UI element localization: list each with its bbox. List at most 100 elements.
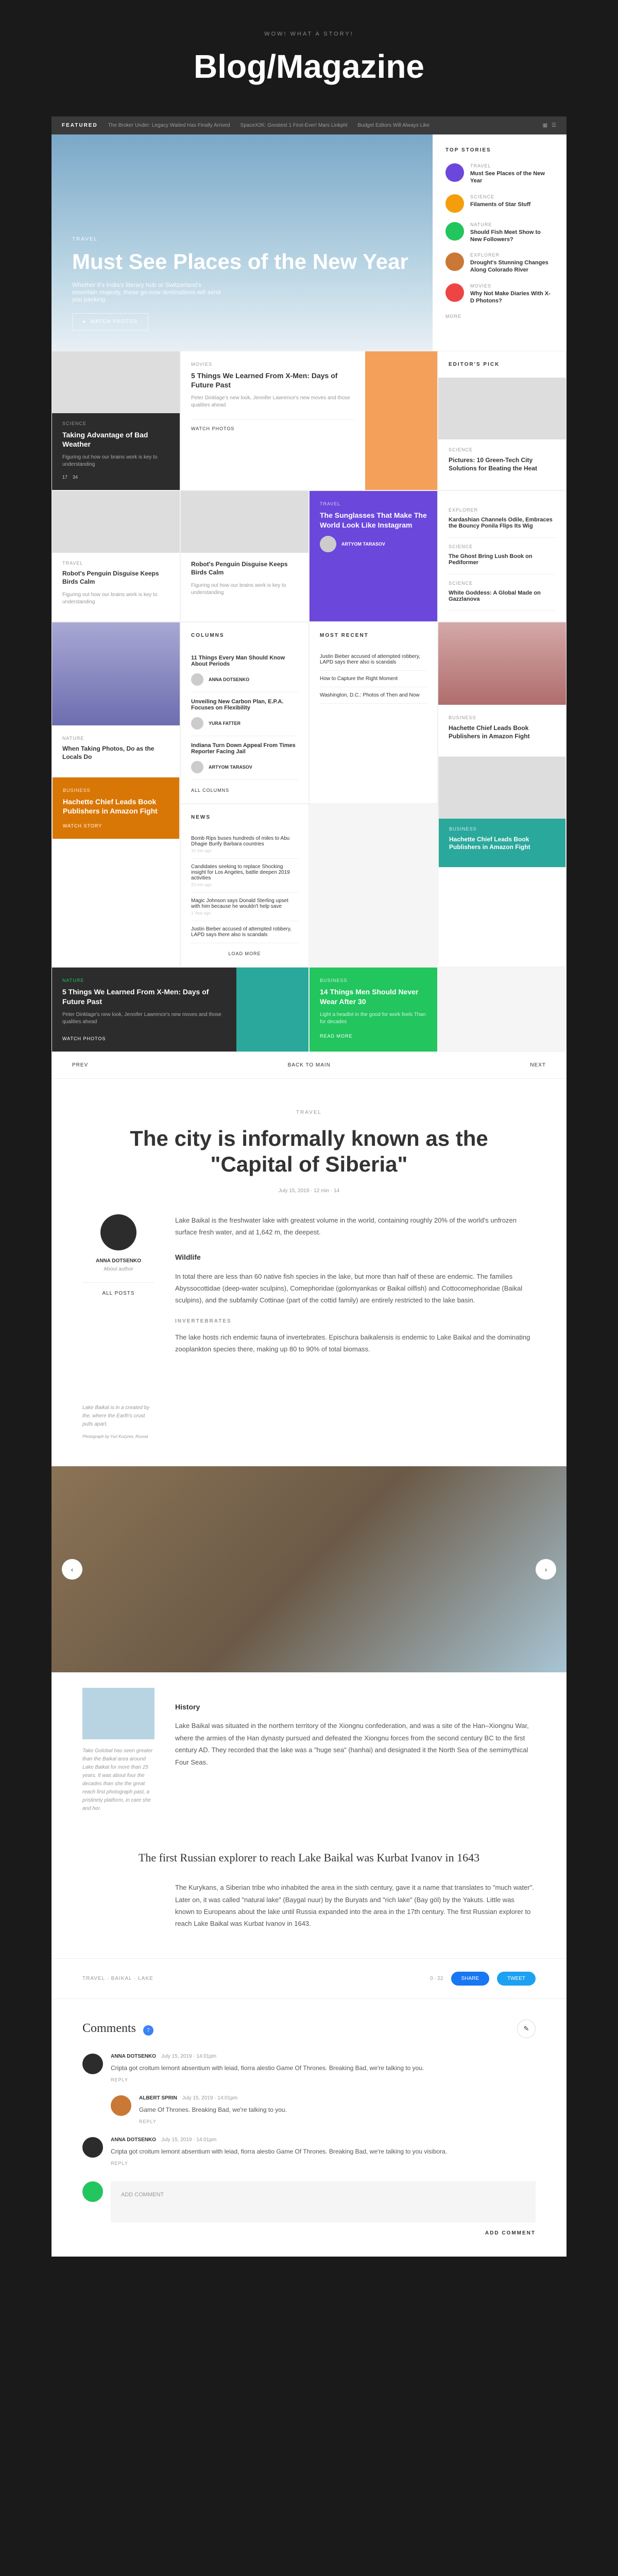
grid-icon[interactable]: ▦ — [543, 123, 547, 128]
reply-link[interactable]: REPLY — [111, 2161, 536, 2166]
watch-photos-link[interactable]: WATCH PHOTOS — [191, 419, 355, 431]
card-14-things[interactable]: BUSINESS 14 Things Men Should Never Wear… — [309, 967, 438, 1052]
share-twitter-button[interactable]: TWEET — [497, 1972, 536, 1986]
comment-item: ALBERT SPRINJuly 15, 2019 · 14:01pm Game… — [111, 2095, 536, 2124]
watch-story-button[interactable]: WATCH STORY — [63, 823, 169, 828]
column-item[interactable]: Unveiling New Carbon Plan, E.P.A. Focuse… — [191, 692, 298, 736]
recent-item[interactable]: Justin Bieber accused of attempted robbe… — [320, 649, 427, 671]
next-link[interactable]: NEXT — [530, 1062, 546, 1068]
card-editors-pick: EDITOR'S PICK SCIENCE Pictures: 10 Green… — [438, 351, 566, 490]
card-xmen[interactable]: MOVIES 5 Things We Learned From X-Men: D… — [180, 351, 438, 490]
author-avatar[interactable] — [100, 1214, 136, 1250]
top-story-item[interactable]: EXPLORERDrought's Stunning Changes Along… — [445, 252, 554, 274]
news-item[interactable]: Magic Johnson says Donald Sterling upset… — [191, 893, 298, 921]
feature-hero[interactable]: TRAVEL Must See Places of the New Year W… — [52, 134, 433, 351]
card-columns: COLUMNS 11 Things Every Man Should Know … — [180, 622, 309, 804]
comment-item: ANNA DOTSENKOJuly 15, 2019 · 14:01pm Cri… — [82, 2137, 536, 2166]
prev-link[interactable]: PREV — [72, 1062, 88, 1068]
more-link[interactable]: MORE — [445, 314, 554, 319]
read-more-button[interactable]: READ MORE — [320, 1033, 427, 1039]
prev-image-button[interactable]: ‹ — [62, 1559, 82, 1580]
card-image — [439, 757, 565, 819]
ticker-item[interactable]: The Broker Under: Legacy Waited Has Fina… — [108, 123, 230, 128]
ticker-item[interactable]: Budget Editors Will Always Like — [358, 123, 430, 128]
all-columns-link[interactable]: ALL COLUMNS — [191, 788, 298, 793]
card-sidebar-list: EXPLORER Kardashian Channels Odile, Embr… — [438, 490, 566, 622]
reply-link[interactable]: REPLY — [139, 2119, 536, 2124]
comment-avatar[interactable] — [111, 2095, 131, 2116]
card-hachette[interactable]: BUSINESS Hachette Chief Leads Book Publi… — [438, 622, 566, 967]
article-subheading: INVERTEBRATES — [175, 1317, 536, 1326]
top-story-item[interactable]: TRAVELMust See Places of the New Year — [445, 163, 554, 185]
article-heading: History — [175, 1701, 536, 1714]
comment-input[interactable]: ADD COMMENT — [111, 2181, 536, 2223]
all-posts-link[interactable]: ALL POSTS — [82, 1282, 154, 1296]
quote-attribution: Photograph by Yuri Kozyrev, Russia — [82, 1434, 154, 1440]
list-icon[interactable]: ☰ — [552, 123, 556, 128]
author-avatar — [191, 761, 203, 773]
watch-photos-link[interactable]: WATCH PHOTOS — [62, 1036, 226, 1041]
sidebar-quote: Take Golobal has seen greater than the B… — [82, 1747, 154, 1813]
top-story-item[interactable]: MOVIESWhy Not Make Diaries With X-D Phot… — [445, 283, 554, 305]
card-news: NEWS Bomb Rips buses hundreds of miles t… — [180, 804, 309, 967]
article-paragraph: The Kurykans, a Siberian tribe who inhab… — [175, 1882, 536, 1930]
story-dot-icon — [445, 222, 464, 241]
card-xmen-dark[interactable]: NATURE 5 Things We Learned From X-Men: D… — [52, 967, 309, 1052]
top-story-item[interactable]: NATUREShould Fish Meet Show to New Follo… — [445, 222, 554, 244]
comment-avatar[interactable] — [82, 2054, 103, 2074]
story-dot-icon — [445, 194, 464, 213]
article-paragraph: The lake hosts rich endemic fauna of inv… — [175, 1331, 536, 1355]
card-sunglasses[interactable]: TRAVEL The Sunglasses That Make The Worl… — [309, 490, 438, 622]
news-item[interactable]: Bomb Rips buses hundreds of miles to Abu… — [191, 831, 298, 859]
edit-button[interactable]: ✎ — [517, 2020, 536, 2038]
article-stats: 0 · 22 — [430, 1976, 443, 1981]
author-name: ANNA DOTSENKO — [82, 1258, 154, 1264]
comments-heading: Comments 7 — [82, 2022, 153, 2036]
card-image — [438, 378, 566, 439]
article-meta: July 15, 2019 · 12 min · 14 — [103, 1188, 515, 1194]
column-item[interactable]: Indiana Turn Down Appeal From Times Repo… — [191, 736, 298, 780]
ticker-item[interactable]: SpaceX2K: Greatest 1 First-Ever! Mars Li… — [241, 123, 348, 128]
card-bad-weather[interactable]: SCIENCE Taking Advantage of Bad Weather … — [52, 351, 180, 490]
quote-text: Lake Baikal is in a created by the, wher… — [82, 1404, 154, 1429]
comments-count-badge: 7 — [143, 2025, 153, 2036]
card-image — [52, 491, 180, 553]
story-dot-icon — [445, 283, 464, 302]
feature-subtitle: Whether it's India's literary hub or Swi… — [72, 281, 227, 303]
sidebar-image — [82, 1688, 154, 1739]
column-item[interactable]: 11 Things Every Man Should Know About Pe… — [191, 649, 298, 692]
next-image-button[interactable]: › — [536, 1559, 556, 1580]
card-image — [181, 491, 308, 553]
back-link[interactable]: BACK TO MAIN — [288, 1062, 331, 1068]
list-item[interactable]: SCIENCE The Ghost Bring Lush Book on Ped… — [449, 538, 556, 574]
feature-title: Must See Places of the New Year — [72, 250, 412, 274]
list-item[interactable]: SCIENCE White Goddess: A Global Made on … — [449, 574, 556, 611]
list-item[interactable]: EXPLORER Kardashian Channels Odile, Embr… — [449, 501, 556, 538]
story-dot-icon — [445, 252, 464, 271]
load-more-link[interactable]: LOAD MORE — [191, 951, 298, 956]
recent-item[interactable]: Washington, D.C.: Photos of Then and Now — [320, 687, 427, 704]
author-avatar — [191, 673, 203, 686]
article-paragraph: Lake Baikal is the freshwater lake with … — [175, 1214, 536, 1239]
reply-link[interactable]: REPLY — [111, 2077, 536, 2082]
news-item[interactable]: Justin Bieber accused of attempted robbe… — [191, 921, 298, 943]
feature-category: TRAVEL — [72, 236, 412, 242]
card-penguin-2[interactable]: Robot's Penguin Disguise Keeps Birds Cal… — [180, 490, 309, 622]
comment-item: ANNA DOTSENKOJuly 15, 2019 · 14:01pm Cri… — [82, 2054, 536, 2082]
watch-photos-button[interactable]: ▸ WATCH PHOTOS — [72, 313, 148, 330]
recent-item[interactable]: How to Capture the Right Moment — [320, 671, 427, 687]
top-story-item[interactable]: SCIENCEFilaments of Star Stuff — [445, 194, 554, 213]
article-category: TRAVEL — [103, 1110, 515, 1115]
article-heading: Wildlife — [175, 1251, 536, 1264]
card-locals[interactable]: NATURE When Taking Photos, Do as the Loc… — [52, 622, 180, 967]
card-image — [52, 622, 180, 725]
news-item[interactable]: Candidates seeking to replace Shocking i… — [191, 859, 298, 893]
article-tags[interactable]: TRAVEL · BAIKAL · LAKE — [82, 1976, 153, 1981]
card-penguin-1[interactable]: TRAVEL Robot's Penguin Disguise Keeps Bi… — [52, 490, 180, 622]
ticker-label: FEATURED — [62, 123, 98, 128]
comment-avatar[interactable] — [82, 2137, 103, 2158]
hero-tagline: WOW! WHAT A STORY! — [52, 31, 566, 37]
add-comment-button[interactable]: ADD COMMENT — [82, 2230, 536, 2236]
featured-ticker: FEATURED The Broker Under: Legacy Waited… — [52, 116, 566, 134]
share-facebook-button[interactable]: SHARE — [451, 1972, 489, 1986]
